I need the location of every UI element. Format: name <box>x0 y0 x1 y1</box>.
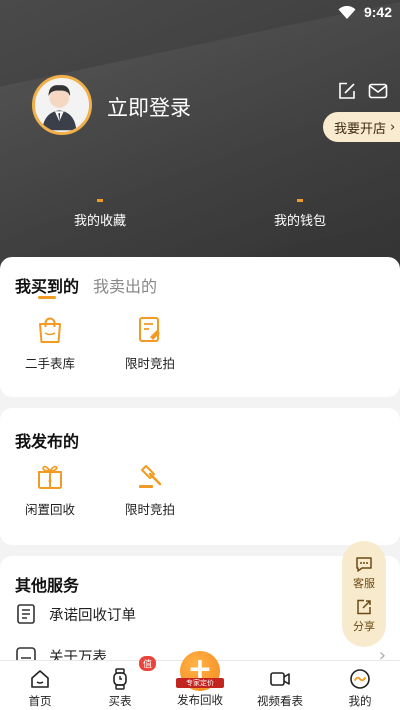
used-watch-library-label: 二手表库 <box>24 356 75 371</box>
wallet-indicator <box>297 199 303 202</box>
tab-publish-recycle-label: 发布回收 <box>177 693 223 707</box>
wifi-icon <box>338 6 356 19</box>
gift-box-icon <box>38 465 62 489</box>
used-watch-library[interactable]: 二手表库 <box>0 315 100 372</box>
user-avatar-icon <box>42 85 77 131</box>
shopping-bag-icon <box>39 317 61 343</box>
gavel-icon <box>139 465 162 488</box>
mine-icon <box>350 669 370 689</box>
tab-video[interactable]: 视频看表 <box>240 661 320 709</box>
share-icon <box>357 599 371 615</box>
tab-buy-watch[interactable]: 买表 值 <box>80 656 160 709</box>
my-wallet[interactable]: 我的钱包 <box>250 199 350 229</box>
bought-card: 我买到的 我卖出的 二手表库 限时竞拍 <box>0 257 400 397</box>
bought-auction-label: 限时竞拍 <box>124 356 175 371</box>
tab-indicator <box>38 296 56 299</box>
tab-mine-label: 我的 <box>348 694 372 708</box>
promise-recycle-order[interactable]: 承诺回收订单 <box>15 603 136 625</box>
chevron-right-icon: › <box>390 119 396 135</box>
tab-buy-watch-label: 买表 <box>108 694 132 708</box>
floating-service-panel: 客服 分享 <box>342 541 386 647</box>
status-bar: 9:42 <box>0 0 400 26</box>
status-time: 9:42 <box>363 4 392 20</box>
idle-recycle-label: 闲置回收 <box>24 502 75 517</box>
idle-recycle[interactable]: 闲置回收 <box>0 461 100 518</box>
bought-auction[interactable]: 限时竞拍 <box>100 315 200 372</box>
favorites-indicator <box>97 199 103 202</box>
tab-mine[interactable]: 我的 <box>320 661 400 709</box>
published-auction-label: 限时竞拍 <box>124 502 175 517</box>
open-shop-button[interactable]: 我要开店 › <box>323 112 400 142</box>
wallet-label: 我的钱包 <box>273 214 326 229</box>
watch-icon <box>113 668 127 690</box>
order-doc-icon <box>17 604 35 624</box>
tab-bought[interactable]: 我买到的 <box>15 273 79 297</box>
tab-home[interactable]: 首页 <box>0 661 80 709</box>
expert-price-tag: 专家定价 <box>176 678 224 688</box>
bought-sold-tabs: 我买到的 我卖出的 <box>15 273 157 297</box>
customer-service-label: 客服 <box>353 577 375 590</box>
login-link[interactable]: 立即登录 <box>107 92 191 122</box>
published-card: 我发布的 闲置回收 限时竞拍 <box>0 408 400 545</box>
customer-service-button[interactable]: 客服 <box>353 555 375 591</box>
tab-home-label: 首页 <box>28 694 52 708</box>
my-favorites[interactable]: 我的收藏 <box>50 199 150 229</box>
share-label: 分享 <box>353 620 375 633</box>
chat-icon <box>356 557 372 572</box>
header-decoration <box>0 0 400 300</box>
published-auction[interactable]: 限时竞拍 <box>100 461 200 518</box>
tab-sold[interactable]: 我卖出的 <box>93 273 157 297</box>
other-services-title: 其他服务 <box>15 576 80 595</box>
value-badge: 值 <box>139 656 157 671</box>
auction-doc-icon <box>139 317 160 342</box>
mail-icon[interactable] <box>368 81 388 101</box>
edit-icon[interactable] <box>337 81 357 101</box>
favorites-label: 我的收藏 <box>73 214 126 229</box>
home-icon <box>31 670 49 688</box>
share-button[interactable]: 分享 <box>353 598 375 634</box>
open-shop-label: 我要开店 <box>334 121 387 137</box>
published-title: 我发布的 <box>15 432 80 451</box>
promise-recycle-order-label: 承诺回收订单 <box>49 607 136 624</box>
video-icon <box>270 672 290 686</box>
profile-header <box>0 0 400 300</box>
tab-video-label: 视频看表 <box>257 694 303 708</box>
avatar[interactable] <box>32 75 92 135</box>
